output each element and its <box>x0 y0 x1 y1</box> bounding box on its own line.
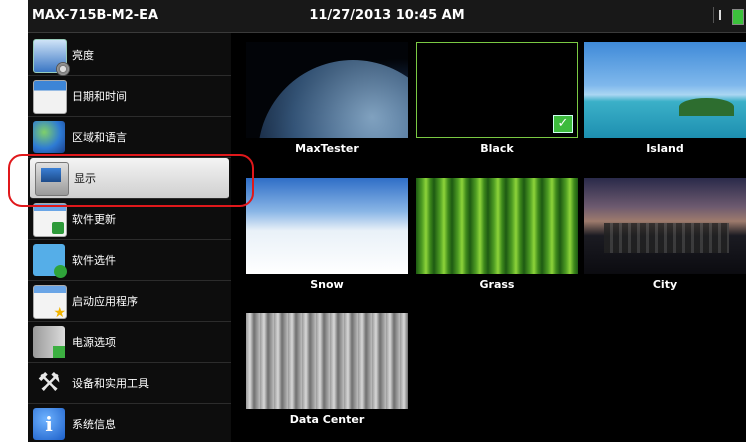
wallpaper-thumbnail <box>416 178 578 274</box>
brightness-icon <box>33 39 70 76</box>
wallpaper-tile-snow[interactable]: Snow <box>246 178 408 291</box>
wallpaper-tile-maxtester[interactable]: MaxTester <box>246 42 408 155</box>
calendar-icon <box>33 80 67 114</box>
checkmark-icon: ✓ <box>553 115 573 133</box>
sidebar-item-label: 电源选项 <box>72 336 116 349</box>
sidebar-item-label: 亮度 <box>72 49 94 62</box>
wallpaper-tile-city[interactable]: City <box>584 178 746 291</box>
wallpaper-name: Black <box>480 142 514 155</box>
sidebar-item-label: 启动应用程序 <box>72 295 138 308</box>
wallpaper-thumbnail <box>246 313 408 409</box>
wallpaper-thumbnail <box>584 178 746 274</box>
wallpaper-name: MaxTester <box>295 142 359 155</box>
wallpaper-name: Data Center <box>289 413 365 426</box>
wallpaper-tile-black[interactable]: ✓ Black <box>416 42 578 155</box>
wallpaper-tile-data-center[interactable]: Data Center <box>246 313 408 426</box>
info-icon: i <box>33 408 65 440</box>
sidebar-item-system-info[interactable]: i 系统信息 <box>28 404 231 442</box>
sidebar-item-label: 软件选件 <box>72 254 116 267</box>
sidebar-item-date-time[interactable]: 日期和时间 <box>28 76 231 117</box>
globe-icon <box>33 121 65 153</box>
wallpaper-tile-grass[interactable]: Grass <box>416 178 578 291</box>
wallpaper-name: Island <box>646 142 684 155</box>
settings-sidebar: 亮度 日期和时间 区域和语言 显示 软件更新 软件选件 启动应用程序 电源选项 <box>28 33 231 442</box>
title-bar: MAX-715B-M2-EA 11/27/2013 10:45 AM <box>28 0 746 33</box>
sidebar-item-brightness[interactable]: 亮度 <box>28 35 231 76</box>
wallpaper-thumbnail <box>246 42 408 138</box>
wallpaper-thumbnail <box>246 178 408 274</box>
wallpaper-thumbnail <box>584 42 746 138</box>
sidebar-item-startup-apps[interactable]: 启动应用程序 <box>28 281 231 322</box>
wallpaper-thumbnail: ✓ <box>416 42 578 138</box>
power-icon <box>33 326 65 358</box>
sidebar-item-display[interactable]: 显示 <box>30 158 229 199</box>
sidebar-item-software-options[interactable]: 软件选件 <box>28 240 231 281</box>
datetime: 11/27/2013 10:45 AM <box>309 8 465 23</box>
wallpaper-name: Snow <box>310 278 344 291</box>
usb-icon <box>713 7 724 23</box>
sidebar-item-label: 区域和语言 <box>72 131 127 144</box>
sidebar-item-power-options[interactable]: 电源选项 <box>28 322 231 363</box>
puzzle-icon <box>33 244 67 278</box>
wallpaper-name: City <box>652 278 678 291</box>
battery-icon <box>732 9 744 25</box>
sidebar-item-label: 显示 <box>74 172 96 185</box>
sidebar-item-label: 设备和实用工具 <box>72 377 149 390</box>
wallpaper-name: Grass <box>479 278 515 291</box>
device-screen: MAX-715B-M2-EA 11/27/2013 10:45 AM 亮度 日期… <box>28 0 746 442</box>
startup-apps-icon <box>33 285 67 321</box>
sidebar-item-devices-utilities[interactable]: ⚒ 设备和实用工具 <box>28 363 231 404</box>
sidebar-item-software-update[interactable]: 软件更新 <box>28 199 231 240</box>
sidebar-item-region-language[interactable]: 区域和语言 <box>28 117 231 158</box>
sidebar-item-label: 系统信息 <box>72 418 116 431</box>
display-icon <box>35 162 69 196</box>
wallpaper-tile-island[interactable]: Island <box>584 42 746 155</box>
sidebar-item-label: 日期和时间 <box>72 90 127 103</box>
software-update-icon <box>33 203 67 237</box>
tools-icon: ⚒ <box>37 368 61 398</box>
sidebar-item-label: 软件更新 <box>72 213 116 226</box>
